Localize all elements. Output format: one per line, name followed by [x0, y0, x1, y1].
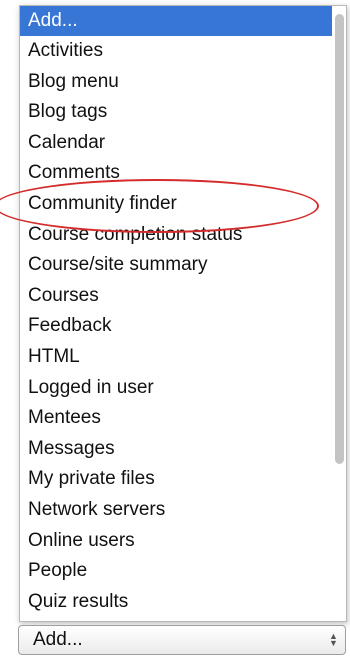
option-calendar[interactable]: Calendar: [20, 128, 332, 159]
option-feedback[interactable]: Feedback: [20, 311, 332, 342]
option-online-users[interactable]: Online users: [20, 526, 332, 557]
option-community-finder[interactable]: Community finder: [20, 189, 332, 220]
option-logged-in-user[interactable]: Logged in user: [20, 373, 332, 404]
option-blog-tags[interactable]: Blog tags: [20, 97, 332, 128]
option-network-servers[interactable]: Network servers: [20, 495, 332, 526]
option-quiz-results[interactable]: Quiz results: [20, 587, 332, 618]
option-course-site-summary[interactable]: Course/site summary: [20, 250, 332, 281]
up-down-arrows-icon: ▲ ▼: [329, 631, 338, 648]
option-html[interactable]: HTML: [20, 342, 332, 373]
scrollbar-thumb[interactable]: [335, 14, 344, 464]
option-activities[interactable]: Activities: [20, 36, 332, 67]
option-messages[interactable]: Messages: [20, 434, 332, 465]
options-list: Add... Activities Blog menu Blog tags Ca…: [20, 6, 332, 617]
option-comments[interactable]: Comments: [20, 158, 332, 189]
option-people[interactable]: People: [20, 556, 332, 587]
option-mentees[interactable]: Mentees: [20, 403, 332, 434]
dropdown-list[interactable]: Add... Activities Blog menu Blog tags Ca…: [19, 5, 347, 622]
block-select[interactable]: Add... ▲ ▼: [18, 625, 346, 655]
option-add[interactable]: Add...: [20, 6, 332, 36]
option-my-private-files[interactable]: My private files: [20, 464, 332, 495]
select-value: Add...: [33, 629, 83, 650]
scrollbar[interactable]: [335, 10, 344, 616]
option-blog-menu[interactable]: Blog menu: [20, 67, 332, 98]
option-courses[interactable]: Courses: [20, 281, 332, 312]
option-course-completion-status[interactable]: Course completion status: [20, 220, 332, 251]
